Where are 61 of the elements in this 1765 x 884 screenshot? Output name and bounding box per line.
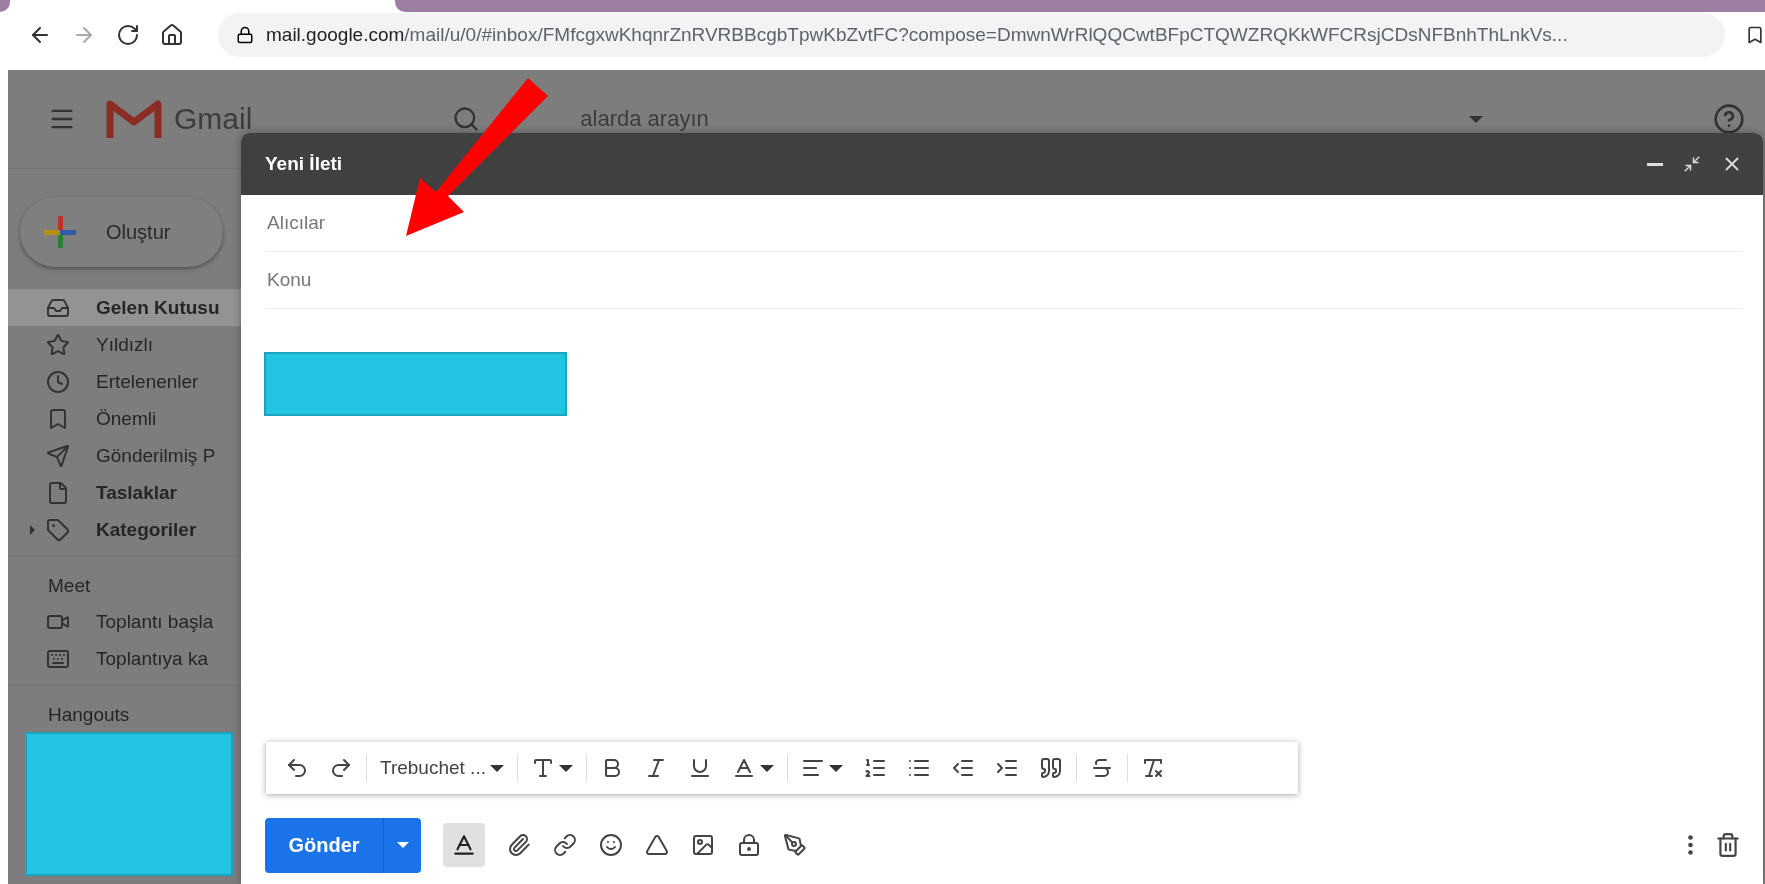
url-path: /mail/u/0/#inbox/FMfcgxwKhqnrZnRVRBBcgbTpwKbZvtFC?compose=DmwnWrRlQQCwtBFpCTQWZRQKkWFCRsjCDsNFBnhThLnkVs... bbox=[404, 24, 1568, 45]
send-icon bbox=[46, 443, 70, 468]
address-bar[interactable]: mail.google.com/mail/u/0/#inbox/FMfcgxwKhqnrZnRVRBBcgbTpwKbZvtFC?compose=DmwnWrRlQQCwtBFpCTQWZRQKkWFCRsjCDsNFBnhThLnkVs... bbox=[218, 13, 1725, 57]
trash-icon bbox=[1715, 832, 1741, 858]
star-icon bbox=[46, 332, 70, 357]
tag-icon bbox=[46, 517, 70, 542]
signature-button[interactable] bbox=[783, 833, 807, 857]
link-icon bbox=[553, 833, 577, 857]
sidebar-item[interactable]: Ertelenenler bbox=[8, 363, 258, 400]
minimize-button[interactable] bbox=[1647, 162, 1663, 166]
sidebar-item[interactable]: Gönderilmiş P bbox=[8, 437, 258, 474]
exit-fullscreen-button[interactable] bbox=[1683, 155, 1701, 173]
formatting-toggle[interactable] bbox=[443, 823, 485, 867]
undo-icon bbox=[285, 756, 309, 780]
url-host: mail.google.com bbox=[266, 24, 405, 45]
home-button[interactable] bbox=[160, 23, 184, 47]
lock-icon bbox=[236, 26, 254, 44]
shrink-arrows-icon bbox=[1683, 155, 1701, 173]
more-options-button[interactable] bbox=[1688, 835, 1693, 855]
redo-icon bbox=[329, 756, 353, 780]
sidebar-item[interactable]: Önemli bbox=[8, 400, 258, 437]
reload-icon bbox=[116, 23, 140, 47]
sidebar-item[interactable]: Toplantıya ka bbox=[8, 640, 258, 677]
pen-icon bbox=[783, 833, 807, 857]
tab-corner bbox=[0, 0, 10, 12]
help-icon bbox=[1713, 103, 1745, 135]
send-options-button[interactable] bbox=[383, 817, 421, 873]
minimize-icon bbox=[1647, 162, 1663, 166]
link-button[interactable] bbox=[553, 833, 577, 857]
triangle-icon bbox=[645, 833, 669, 857]
compose-title: Yeni İleti bbox=[265, 153, 344, 175]
attach-button[interactable] bbox=[507, 833, 531, 857]
font-dropdown[interactable]: Trebuchet ... bbox=[371, 757, 513, 779]
sidebar-item[interactable]: Taslaklar bbox=[8, 474, 258, 511]
sidebar-item[interactable]: Kategoriler bbox=[8, 511, 258, 548]
search-icon bbox=[452, 105, 481, 133]
compose-button[interactable]: Oluştur bbox=[20, 197, 223, 267]
plus-icon bbox=[42, 214, 78, 250]
text-format-icon bbox=[451, 832, 477, 858]
sidebar-item[interactable]: Yıldızlı bbox=[8, 326, 258, 363]
search-placeholder[interactable]: alarda arayın bbox=[580, 106, 1439, 132]
numbered-list-icon bbox=[862, 756, 887, 780]
app-logo-text: Gmail bbox=[174, 102, 253, 136]
mail-logo-icon bbox=[106, 98, 162, 140]
discard-button[interactable] bbox=[1715, 832, 1741, 858]
search-options-caret-icon[interactable] bbox=[1469, 115, 1483, 123]
home-icon bbox=[160, 23, 184, 47]
reload-button[interactable] bbox=[116, 23, 140, 47]
more-vertical-icon bbox=[1688, 835, 1693, 855]
send-button[interactable]: Gönder bbox=[265, 817, 383, 873]
photo-button[interactable] bbox=[691, 833, 715, 857]
sidebar-item[interactable]: Toplantı başla bbox=[8, 603, 258, 640]
file-icon bbox=[46, 480, 70, 505]
emoji-button[interactable] bbox=[599, 833, 623, 857]
image-icon bbox=[691, 833, 715, 857]
quote-icon bbox=[1038, 756, 1063, 780]
paperclip-icon bbox=[507, 833, 531, 857]
drive-button[interactable] bbox=[645, 833, 669, 857]
clock-icon bbox=[46, 369, 70, 394]
expand-caret-icon[interactable] bbox=[30, 524, 35, 535]
smiley-icon bbox=[599, 833, 623, 857]
